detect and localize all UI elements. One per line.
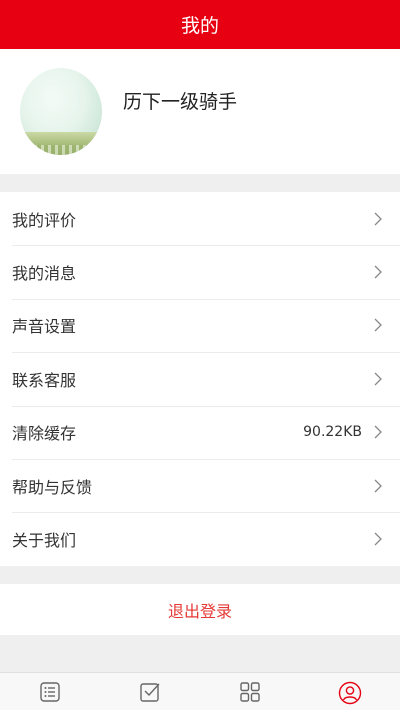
tab-apps[interactable]	[200, 673, 300, 710]
menu-item-reviews[interactable]: 我的评价	[0, 192, 400, 245]
menu-item-about-us[interactable]: 关于我们	[0, 512, 400, 565]
chevron-right-icon	[372, 264, 384, 280]
chevron-right-icon	[372, 424, 384, 440]
menu-item-contact-support[interactable]: 联系客服	[0, 352, 400, 405]
logout-button[interactable]: 退出登录	[0, 584, 400, 635]
menu-item-label: 清除缓存	[12, 424, 77, 444]
menu-item-label: 关于我们	[12, 531, 77, 551]
menu-item-clear-cache[interactable]: 清除缓存 90.22KB	[0, 405, 400, 459]
chevron-right-icon	[372, 317, 384, 333]
menu-item-label: 帮助与反馈	[12, 477, 93, 497]
menu-item-label: 我的消息	[12, 264, 77, 284]
avatar[interactable]	[20, 68, 102, 155]
settings-menu: 我的评价 我的消息 声音设置 联系客服 清除缓存 90.22KB 帮助与反馈 关…	[0, 192, 400, 566]
checkbox-icon	[140, 683, 160, 702]
page-title: 我的	[180, 15, 219, 37]
menu-item-label: 联系客服	[12, 370, 77, 390]
chevron-right-icon	[372, 211, 384, 227]
profile-card[interactable]: 历下一级骑手	[0, 49, 400, 174]
tab-profile[interactable]	[300, 673, 400, 710]
chevron-right-icon	[372, 478, 384, 494]
tab-tasks[interactable]	[100, 673, 200, 710]
menu-item-messages[interactable]: 我的消息	[0, 245, 400, 298]
tab-orders[interactable]	[0, 673, 100, 710]
logout-label: 退出登录	[167, 601, 232, 621]
menu-item-label: 声音设置	[12, 317, 77, 337]
menu-item-sound-settings[interactable]: 声音设置	[0, 298, 400, 352]
header-bar: 我的	[0, 0, 400, 49]
bottom-tab-bar	[0, 672, 400, 710]
menu-item-help-feedback[interactable]: 帮助与反馈	[0, 458, 400, 512]
grid-icon	[240, 682, 260, 702]
avatar-grass-detail	[20, 144, 102, 155]
cache-size-value: 90.22KB	[303, 424, 362, 441]
chevron-right-icon	[372, 531, 384, 547]
chevron-right-icon	[372, 371, 384, 387]
user-icon	[338, 681, 362, 705]
menu-item-label: 我的评价	[12, 210, 77, 230]
username: 历下一级骑手	[123, 91, 238, 113]
list-icon	[40, 682, 60, 702]
